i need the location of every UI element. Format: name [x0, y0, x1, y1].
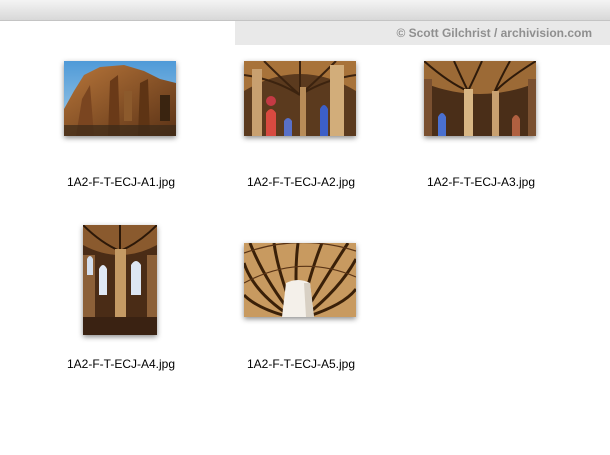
- file-name[interactable]: 1A2-F-T-ECJ-A3.jpg: [396, 175, 566, 189]
- file-name[interactable]: 1A2-F-T-ECJ-A1.jpg: [36, 175, 206, 189]
- thumbnail-image[interactable]: [64, 61, 176, 136]
- file-name[interactable]: 1A2-F-T-ECJ-A5.jpg: [216, 357, 386, 371]
- copyright-credit: © Scott Gilchrist / archivision.com: [235, 21, 610, 45]
- file-item-a3[interactable]: 1A2-F-T-ECJ-A3.jpg: [396, 58, 566, 198]
- file-name[interactable]: 1A2-F-T-ECJ-A2.jpg: [216, 175, 386, 189]
- file-item-a5[interactable]: 1A2-F-T-ECJ-A5.jpg: [216, 222, 386, 372]
- file-name[interactable]: 1A2-F-T-ECJ-A4.jpg: [36, 357, 206, 371]
- window-titlebar: [0, 0, 610, 21]
- file-item-a4[interactable]: 1A2-F-T-ECJ-A4.jpg: [36, 222, 206, 372]
- thumbnail-image[interactable]: [244, 243, 356, 317]
- thumbnail-image[interactable]: [83, 225, 157, 335]
- thumbnail-image[interactable]: [424, 61, 536, 136]
- thumbnail-image[interactable]: [244, 61, 356, 136]
- file-item-a1[interactable]: 1A2-F-T-ECJ-A1.jpg: [36, 58, 206, 198]
- file-item-a2[interactable]: 1A2-F-T-ECJ-A2.jpg: [216, 58, 386, 198]
